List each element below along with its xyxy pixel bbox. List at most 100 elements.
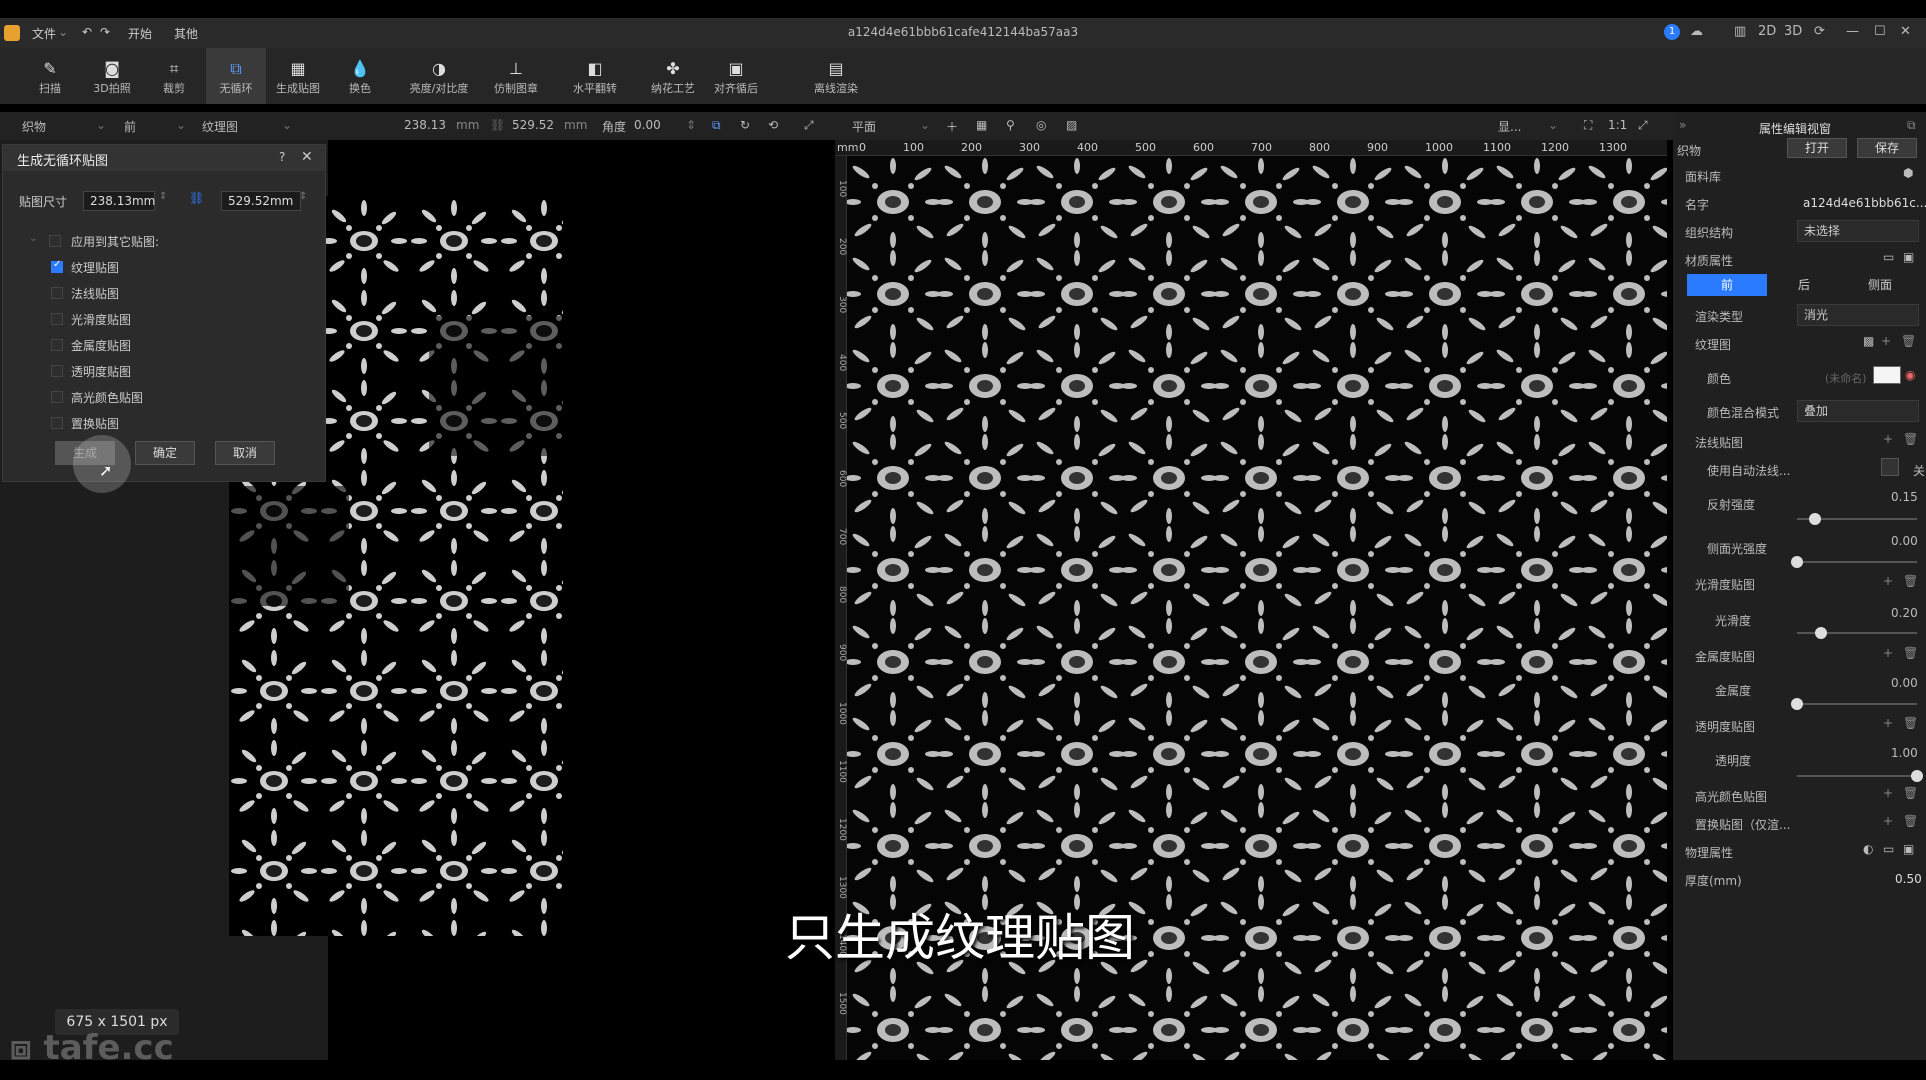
- delete-icon[interactable]: 🗑: [1903, 432, 1918, 446]
- collapse-icon[interactable]: »: [1679, 118, 1686, 132]
- library-icon[interactable]: ⬢: [1903, 166, 1913, 180]
- add-icon[interactable]: +: [1883, 786, 1893, 800]
- pin-icon[interactable]: ⚲: [1006, 118, 1015, 132]
- help-icon[interactable]: ?: [279, 150, 285, 164]
- angle-input[interactable]: 0.00: [634, 118, 661, 132]
- stepper-icon[interactable]: ⇕: [299, 191, 307, 202]
- tab-front[interactable]: 前: [1687, 274, 1767, 296]
- fit-icon[interactable]: ⛶: [1584, 118, 1592, 133]
- maximize-icon[interactable]: ☐: [1874, 24, 1886, 39]
- name-value[interactable]: a124d4e61bbb61c...: [1803, 196, 1926, 210]
- layout-icon[interactable]: ▥: [1734, 24, 1746, 39]
- checkbox[interactable]: [51, 339, 63, 351]
- checkbox[interactable]: [51, 417, 63, 429]
- minimize-icon[interactable]: —: [1846, 24, 1859, 39]
- side-light-slider[interactable]: [1791, 556, 1917, 568]
- reflect-slider[interactable]: [1797, 513, 1917, 525]
- blend-mode-select[interactable]: 叠加: [1797, 400, 1919, 422]
- side-select[interactable]: 前: [124, 118, 136, 135]
- thickness-value[interactable]: 0.50: [1895, 872, 1922, 886]
- option-smoothness-map[interactable]: 光滑度贴图: [51, 309, 251, 329]
- option-specular-map[interactable]: 高光颜色贴图: [51, 387, 251, 407]
- add-icon[interactable]: +: [1883, 574, 1893, 588]
- delete-icon[interactable]: 🗑: [1901, 334, 1916, 348]
- palette-icon[interactable]: ◉: [1905, 368, 1915, 382]
- tool-3d-photo[interactable]: ◙ 3D拍照: [82, 48, 142, 104]
- ok-button[interactable]: 确定: [135, 441, 195, 465]
- tool-crop[interactable]: ⌗ 裁剪: [144, 48, 204, 104]
- locate-icon[interactable]: ◎: [1036, 118, 1046, 132]
- expand-icon[interactable]: ⤢: [804, 118, 814, 133]
- view-select[interactable]: 平面: [852, 118, 876, 135]
- add-icon[interactable]: +: [1881, 334, 1891, 348]
- zoom-one-to-one[interactable]: 1:1: [1608, 118, 1627, 132]
- width-field[interactable]: 238.13mm: [83, 191, 155, 211]
- cancel-button[interactable]: 取消: [215, 441, 275, 465]
- fabric-select[interactable]: 织物: [22, 118, 46, 135]
- tool-generate-map[interactable]: ▦ 生成贴图: [268, 48, 328, 104]
- checkbox[interactable]: [51, 365, 63, 377]
- save-icon[interactable]: ▣: [1903, 250, 1914, 264]
- option-transparency-map[interactable]: 透明度贴图: [51, 361, 251, 381]
- apply-all-checkbox[interactable]: [49, 235, 61, 247]
- tool-align[interactable]: ▣ 对齐循后: [706, 48, 766, 104]
- close-icon[interactable]: ✕: [1900, 24, 1911, 39]
- tool-brightness-contrast[interactable]: ◑ 亮度/对比度: [400, 48, 478, 104]
- tab-back[interactable]: 后: [1769, 274, 1839, 296]
- notification-icon[interactable]: 1: [1664, 24, 1680, 40]
- eye-icon[interactable]: ◐: [1863, 842, 1873, 856]
- delete-icon[interactable]: 🗑: [1903, 716, 1918, 730]
- grid-toggle-icon[interactable]: ▦: [976, 118, 987, 132]
- texture-thumb-icon[interactable]: ▩: [1863, 334, 1874, 348]
- view-3d-button[interactable]: 3D: [1784, 24, 1802, 39]
- cloud-icon[interactable]: ☁: [1690, 24, 1703, 39]
- height-field[interactable]: 529.52mm: [221, 191, 301, 211]
- close-icon[interactable]: ✕: [301, 149, 313, 165]
- add-icon[interactable]: +: [1883, 432, 1893, 446]
- tool-scan[interactable]: ✎ 扫描: [20, 48, 80, 104]
- tab-side[interactable]: 侧面: [1841, 274, 1919, 296]
- link-icon[interactable]: ⛓: [490, 118, 505, 132]
- rotate-icon[interactable]: ↻: [740, 118, 750, 132]
- save-icon[interactable]: ▣: [1903, 842, 1914, 856]
- delete-icon[interactable]: 🗑: [1903, 646, 1918, 660]
- tool-clone-stamp[interactable]: ⊥ 仿制图章: [486, 48, 546, 104]
- delete-icon[interactable]: 🗑: [1903, 574, 1918, 588]
- link-icon[interactable]: ⛓: [189, 191, 204, 205]
- apply-other-row[interactable]: ⌄ 应用到其它贴图:: [29, 231, 229, 251]
- refresh-icon[interactable]: ⟳: [1814, 24, 1825, 39]
- render-type-select[interactable]: 消光: [1797, 304, 1919, 326]
- undock-icon[interactable]: ⧉: [1907, 118, 1916, 133]
- checkbox-checked[interactable]: ✓: [51, 259, 63, 273]
- stepper-icon[interactable]: ⇕: [159, 191, 167, 202]
- smooth-slider[interactable]: [1797, 627, 1917, 639]
- tile-icon[interactable]: ⧉: [712, 118, 721, 133]
- save-button[interactable]: 保存: [1857, 138, 1917, 158]
- stepper-icon[interactable]: ⇕: [686, 118, 696, 132]
- metal-slider[interactable]: [1791, 698, 1917, 710]
- add-icon[interactable]: +: [1883, 646, 1893, 660]
- option-displacement-map[interactable]: 置换贴图: [51, 413, 251, 433]
- tool-offline-render[interactable]: ▤ 离线渲染: [806, 48, 866, 104]
- delete-icon[interactable]: 🗑: [1903, 814, 1918, 828]
- checkbox[interactable]: [51, 313, 63, 325]
- tool-flower-craft[interactable]: ✤ 纳花工艺: [643, 48, 703, 104]
- view-2d-button[interactable]: 2D: [1758, 24, 1776, 39]
- delete-icon[interactable]: 🗑: [1903, 786, 1918, 800]
- tool-recolor[interactable]: 💧 换色: [330, 48, 390, 104]
- folder-icon[interactable]: ▭: [1883, 842, 1894, 856]
- color-swatch[interactable]: [1873, 366, 1901, 384]
- open-button[interactable]: 打开: [1787, 138, 1847, 158]
- option-metallic-map[interactable]: 金属度贴图: [51, 335, 251, 355]
- option-normal-map[interactable]: 法线贴图: [51, 283, 251, 303]
- trans-slider[interactable]: [1797, 770, 1923, 782]
- structure-select[interactable]: 未选择: [1797, 220, 1919, 242]
- plus-icon[interactable]: ＋: [946, 118, 958, 135]
- height-input[interactable]: 529.52: [512, 118, 554, 132]
- tool-flip-horizontal[interactable]: ◧ 水平翻转: [565, 48, 625, 104]
- map-select[interactable]: 纹理图: [202, 118, 238, 135]
- image-icon[interactable]: ▨: [1066, 118, 1077, 132]
- display-select[interactable]: 显...: [1498, 118, 1521, 135]
- folder-icon[interactable]: ▭: [1883, 250, 1894, 264]
- option-texture-map[interactable]: ✓ 纹理贴图: [51, 257, 251, 277]
